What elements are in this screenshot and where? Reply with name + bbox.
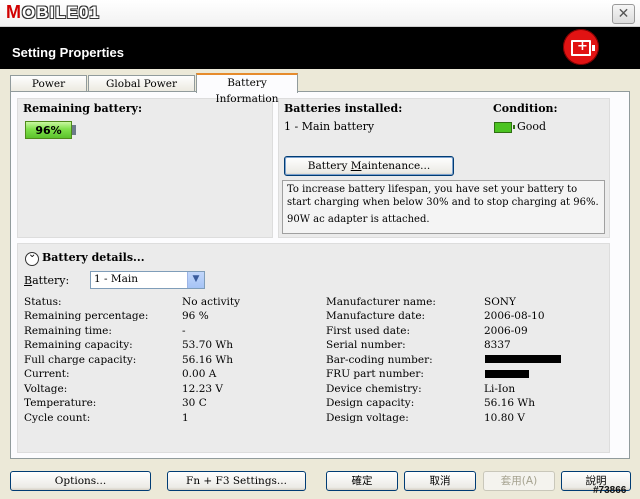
battery-maintenance-button[interactable]: Battery Maintenance... [284, 156, 454, 176]
condition-label: Condition: [493, 102, 558, 115]
battery-charge-icon: + [563, 29, 599, 65]
maintenance-info-box: To increase battery lifespan, you have s… [282, 180, 605, 234]
detail-label: Remaining time: [24, 325, 112, 337]
detail-value: 2006-08-10 [484, 310, 545, 322]
tab-battery-information[interactable]: Battery Information [196, 73, 298, 105]
remaining-battery-label: Remaining battery: [23, 102, 143, 115]
dialog-title: Setting Properties [12, 45, 124, 60]
tab-global-power-settings[interactable]: Global Power Settings [88, 75, 195, 106]
detail-value: 12.23 V [182, 383, 223, 395]
detail-label: Voltage: [24, 383, 68, 395]
detail-value: 53.70 Wh [182, 339, 233, 351]
battery-terminal-icon [72, 125, 76, 135]
ok-button[interactable]: 確定 [326, 471, 398, 491]
battery-details-title: Battery details... [42, 251, 145, 264]
detail-label: First used date: [326, 325, 410, 337]
battery-good-icon [494, 122, 515, 133]
detail-value: 0.00 A [182, 368, 217, 380]
batteries-installed-label: Batteries installed: [284, 102, 403, 115]
detail-label: Remaining percentage: [24, 310, 149, 322]
cancel-button[interactable]: 取消 [404, 471, 476, 491]
options-button[interactable]: Options... [10, 471, 151, 491]
battery-level-indicator: 96% [25, 121, 72, 139]
battery-select-value: 1 - Main [94, 273, 139, 285]
chevron-down-icon[interactable]: ▼ [187, 272, 204, 288]
detail-value: 30 C [182, 397, 207, 409]
site-logo: MOBILE01 [6, 2, 100, 22]
detail-label: Bar-coding number: [326, 354, 433, 366]
detail-label: Remaining capacity: [24, 339, 133, 351]
detail-label: Temperature: [24, 397, 97, 409]
redacted-fru-number [485, 370, 529, 378]
detail-label: Manufacturer name: [326, 296, 436, 308]
detail-label: Manufacture date: [326, 310, 426, 322]
detail-value: 8337 [484, 339, 511, 351]
detail-value: 1 [182, 412, 189, 424]
adapter-info-text: 90W ac adapter is attached. [287, 214, 430, 225]
batteries-installed-value: 1 - Main battery [284, 120, 375, 133]
fn-f3-settings-button[interactable]: Fn + F3 Settings... [167, 471, 306, 491]
remaining-battery-group [17, 98, 273, 238]
battery-select-label: Battery: [24, 274, 70, 287]
detail-value: 56.16 Wh [484, 397, 535, 409]
close-button[interactable]: ✕ [612, 4, 635, 24]
detail-label: Design voltage: [326, 412, 409, 424]
detail-value: SONY [484, 296, 516, 308]
detail-value: 2006-09 [484, 325, 528, 337]
collapse-details-icon[interactable] [25, 249, 39, 266]
detail-value: 56.16 Wh [182, 354, 233, 366]
detail-label: Serial number: [326, 339, 406, 351]
battery-select[interactable]: 1 - Main ▼ [90, 271, 205, 289]
detail-label: Status: [24, 296, 62, 308]
detail-label: Full charge capacity: [24, 354, 137, 366]
detail-value: No activity [182, 296, 241, 308]
watermark: #73866 [593, 485, 627, 496]
condition-value: Good [517, 120, 547, 133]
detail-value: - [182, 325, 186, 337]
window-titlebar: MOBILE01 ✕ [0, 0, 640, 27]
redacted-barcode [485, 355, 561, 363]
detail-label: Device chemistry: [326, 383, 422, 395]
detail-label: Current: [24, 368, 70, 380]
tab-power-scheme[interactable]: Power Scheme [10, 75, 87, 106]
dialog-header: Setting Properties + [0, 27, 640, 69]
apply-button[interactable]: 套用(A) [483, 471, 555, 491]
maintenance-info-text: To increase battery lifespan, you have s… [287, 184, 599, 208]
detail-label: Cycle count: [24, 412, 91, 424]
detail-value: 10.80 V [484, 412, 525, 424]
detail-value: Li-Ion [484, 383, 516, 395]
detail-value: 96 % [182, 310, 209, 322]
detail-label: Design capacity: [326, 397, 415, 409]
detail-label: FRU part number: [326, 368, 424, 380]
